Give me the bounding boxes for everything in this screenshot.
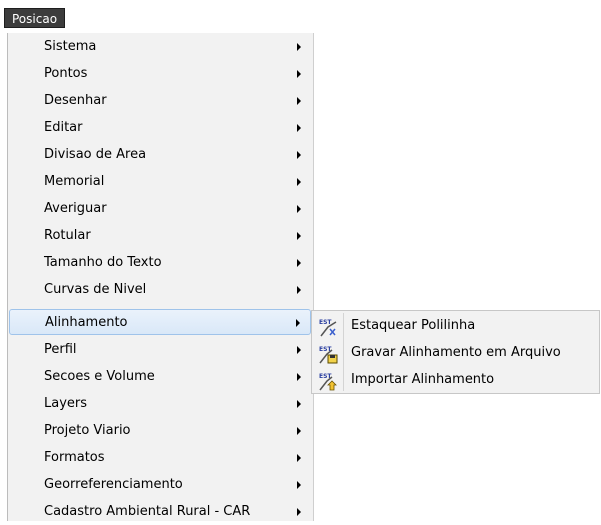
menu-item-label: Tamanho do Texto bbox=[44, 255, 162, 270]
submenu-arrow-icon bbox=[297, 400, 301, 408]
menu-item-averiguar[interactable]: Averiguar bbox=[9, 196, 311, 222]
submenu-arrow-icon bbox=[297, 427, 301, 435]
submenu-arrow-icon bbox=[297, 259, 301, 267]
submenu-arrow-icon bbox=[297, 346, 301, 354]
submenu-arrow-icon bbox=[297, 481, 301, 489]
menu-item-projeto-viario[interactable]: Projeto Viario bbox=[9, 418, 311, 444]
menu-item-secoes-e-volume[interactable]: Secoes e Volume bbox=[9, 364, 311, 390]
menu-item-layers[interactable]: Layers bbox=[9, 391, 311, 417]
posicao-dropdown-menu: Sistema Pontos Desenhar Editar Divisao d… bbox=[7, 33, 314, 521]
menu-item-rotular[interactable]: Rotular bbox=[9, 223, 311, 249]
menu-item-tamanho-do-texto[interactable]: Tamanho do Texto bbox=[9, 250, 311, 276]
menu-item-georreferenciamento[interactable]: Georreferenciamento bbox=[9, 472, 311, 498]
menu-item-formatos[interactable]: Formatos bbox=[9, 445, 311, 471]
submenu-item-label: Importar Alinhamento bbox=[351, 372, 495, 387]
menu-item-label: Sistema bbox=[44, 39, 97, 54]
submenu-item-label: Estaquear Polilinha bbox=[351, 318, 476, 333]
alinhamento-submenu: EST Estaquear Polilinha EST Gravar Alinh… bbox=[311, 310, 600, 394]
submenu-item-estaquear-polilinha[interactable]: EST Estaquear Polilinha bbox=[312, 313, 599, 339]
submenu-arrow-icon bbox=[297, 232, 301, 240]
menu-item-label: Rotular bbox=[44, 228, 91, 243]
est-save-icon: EST bbox=[319, 346, 338, 364]
menu-item-label: Memorial bbox=[44, 174, 105, 189]
submenu-arrow-icon bbox=[297, 97, 301, 105]
menu-item-memorial[interactable]: Memorial bbox=[9, 169, 311, 195]
menu-item-label: Projeto Viario bbox=[44, 423, 131, 438]
submenu-item-label: Gravar Alinhamento em Arquivo bbox=[351, 345, 561, 360]
menu-item-pontos[interactable]: Pontos bbox=[9, 61, 311, 87]
menu-item-editar[interactable]: Editar bbox=[9, 115, 311, 141]
menu-item-label: Cadastro Ambiental Rural - CAR bbox=[44, 504, 251, 519]
submenu-arrow-icon bbox=[297, 454, 301, 462]
menu-item-label: Editar bbox=[44, 120, 83, 135]
menu-item-divisao-de-area[interactable]: Divisao de Area bbox=[9, 142, 311, 168]
menu-item-label: Pontos bbox=[44, 66, 88, 81]
menu-item-desenhar[interactable]: Desenhar bbox=[9, 88, 311, 114]
submenu-arrow-icon bbox=[297, 70, 301, 78]
submenu-arrow-icon bbox=[297, 508, 301, 516]
est-import-icon: EST bbox=[319, 373, 337, 391]
submenu-arrow-icon bbox=[297, 178, 301, 186]
menu-item-cadastro-ambiental-rural-car[interactable]: Cadastro Ambiental Rural - CAR bbox=[9, 499, 311, 525]
submenu-item-gravar-alinhamento[interactable]: EST Gravar Alinhamento em Arquivo bbox=[312, 340, 599, 366]
menu-item-sistema[interactable]: Sistema bbox=[9, 34, 311, 60]
menu-item-perfil[interactable]: Perfil bbox=[9, 337, 311, 363]
submenu-arrow-icon bbox=[297, 373, 301, 381]
menu-item-alinhamento[interactable]: Alinhamento bbox=[9, 309, 311, 335]
menu-item-curvas-de-nivel[interactable]: Curvas de Nivel bbox=[9, 277, 311, 303]
submenu-item-importar-alinhamento[interactable]: EST Importar Alinhamento bbox=[312, 367, 599, 393]
menu-item-label: Desenhar bbox=[44, 93, 107, 108]
menu-item-label: Curvas de Nivel bbox=[44, 282, 147, 297]
submenu-arrow-icon bbox=[297, 124, 301, 132]
submenu-arrow-icon bbox=[297, 205, 301, 213]
menu-item-label: Secoes e Volume bbox=[44, 369, 155, 384]
submenu-arrow-icon bbox=[296, 319, 300, 327]
menu-item-label: Formatos bbox=[44, 450, 105, 465]
menu-item-label: Perfil bbox=[44, 342, 77, 357]
menu-item-label: Georreferenciamento bbox=[44, 477, 183, 492]
submenu-arrow-icon bbox=[297, 43, 301, 51]
est-stake-icon: EST bbox=[319, 319, 337, 337]
submenu-arrow-icon bbox=[297, 151, 301, 159]
submenu-arrow-icon bbox=[297, 286, 301, 294]
menu-posicao[interactable]: Posicao bbox=[4, 8, 66, 28]
menu-item-label: Layers bbox=[44, 396, 88, 411]
menu-item-label: Alinhamento bbox=[45, 315, 128, 330]
menu-item-label: Averiguar bbox=[44, 201, 107, 216]
menu-item-label: Divisao de Area bbox=[44, 147, 147, 162]
